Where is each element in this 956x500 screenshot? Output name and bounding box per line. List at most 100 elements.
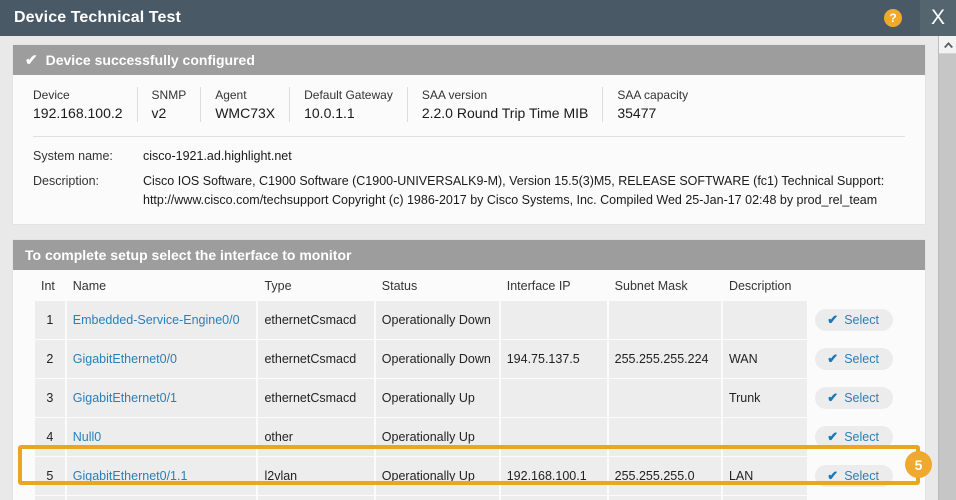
meta-label: SAA version xyxy=(421,88,488,102)
cell-interface-ip xyxy=(500,418,607,456)
select-button[interactable]: ✔ Select xyxy=(815,387,893,409)
cell-type: ethernetCsmacd xyxy=(258,379,374,417)
check-icon: ✔ xyxy=(827,429,839,444)
column-header-int: Int xyxy=(41,279,55,293)
scroll-up-icon[interactable] xyxy=(939,36,956,54)
system-name-line: System name: cisco-1921.ad.highlight.net xyxy=(33,147,905,166)
cell-type: other xyxy=(258,418,374,456)
cell-name[interactable]: GigabitEthernet0/0 xyxy=(66,340,257,378)
select-button[interactable]: ✔ Select xyxy=(815,426,893,448)
select-button[interactable]: ✔ Select xyxy=(815,348,893,370)
interface-name-link[interactable]: GigabitEthernet0/1.1 xyxy=(73,469,188,483)
cell-type: ethernetCsmacd xyxy=(258,301,374,339)
select-button-label: Select xyxy=(844,469,879,483)
step-badge: 5 xyxy=(905,451,932,478)
check-icon: ✔ xyxy=(827,312,839,327)
description-value: Cisco IOS Software, C1900 Software (C190… xyxy=(143,172,905,210)
device-status-header-label: Device successfully configured xyxy=(45,52,255,68)
meta-default-gateway: Default Gateway 10.0.1.1 xyxy=(289,87,407,122)
table-header-row: Int Name Type Status Interface IP Subnet… xyxy=(35,271,903,300)
cell-description: LAN xyxy=(722,457,808,495)
interface-table: Int Name Type Status Interface IP Subnet… xyxy=(33,270,905,500)
vertical-scrollbar[interactable] xyxy=(938,36,956,500)
meta-agent: Agent WMC73X xyxy=(200,87,289,122)
interface-name-link[interactable]: GigabitEthernet0/1 xyxy=(73,391,177,405)
cell-action: ✔ Select xyxy=(809,496,903,500)
cell-name[interactable]: GigabitEthernet0/1.1 xyxy=(66,457,257,495)
cell-int: 5 xyxy=(35,457,65,495)
meta-label: Agent xyxy=(215,88,247,102)
column-header-action xyxy=(809,271,903,300)
cell-status: Operationally Down xyxy=(375,340,499,378)
select-button-highlighted[interactable]: ✔ Select xyxy=(815,465,893,487)
cell-status: Operationally Down xyxy=(375,301,499,339)
cell-interface-ip xyxy=(500,379,607,417)
dialog-body: ✔ Device successfully configured Device … xyxy=(0,36,938,500)
meta-value: WMC73X xyxy=(215,105,276,121)
help-icon[interactable]: ? xyxy=(884,9,902,27)
meta-device: Device 192.168.100.2 xyxy=(33,87,137,122)
system-name-label: System name: xyxy=(33,149,113,163)
meta-label: SNMP xyxy=(151,88,187,102)
cell-name[interactable]: GigabitEthernet0/1 xyxy=(66,379,257,417)
check-icon: ✔ xyxy=(827,390,839,405)
cell-interface-ip xyxy=(500,301,607,339)
interface-name-link[interactable]: Embedded-Service-Engine0/0 xyxy=(73,313,240,327)
cell-action: ✔ Select xyxy=(809,340,903,378)
interface-name-link[interactable]: Null0 xyxy=(73,430,102,444)
meta-label: SAA capacity xyxy=(617,88,689,102)
table-row[interactable]: 1 Embedded-Service-Engine0/0 ethernetCsm… xyxy=(35,301,903,339)
cell-interface-ip: 192.168.100.2 xyxy=(500,496,607,500)
device-info-block: System name: cisco-1921.ad.highlight.net… xyxy=(13,137,925,224)
table-row[interactable]: 5 GigabitEthernet0/1.1 l2vlan Operationa… xyxy=(35,496,903,500)
system-name-value: cisco-1921.ad.highlight.net xyxy=(143,149,292,163)
description-label: Description: xyxy=(33,174,99,188)
device-status-header: ✔ Device successfully configured xyxy=(13,45,925,75)
device-meta-row: Device 192.168.100.2 SNMP v2 Agent WMC73… xyxy=(13,75,925,132)
interface-selection-panel: To complete setup select the interface t… xyxy=(12,239,926,500)
cell-status: Operationally Up xyxy=(375,496,499,500)
cell-type: l2vlan xyxy=(258,457,374,495)
table-row[interactable]: 4 Null0 other Operationally Up ✔ Select xyxy=(35,418,903,456)
meta-snmp: SNMP v2 xyxy=(136,87,201,122)
cell-int: 1 xyxy=(35,301,65,339)
interface-name-link[interactable]: GigabitEthernet0/0 xyxy=(73,352,177,366)
column-header-type: Type xyxy=(264,279,292,293)
column-header-name: Name xyxy=(72,279,107,293)
description-line-1: Cisco IOS Software, C1900 Software (C190… xyxy=(143,174,885,188)
meta-value: 35477 xyxy=(617,105,657,121)
cell-action: ✔ Select xyxy=(809,301,903,339)
meta-label: Default Gateway xyxy=(304,88,393,102)
check-icon: ✔ xyxy=(827,351,839,366)
table-row[interactable]: 3 GigabitEthernet0/1 ethernetCsmacd Oper… xyxy=(35,379,903,417)
window-titlebar: Device Technical Test ? X xyxy=(0,0,956,36)
cell-name[interactable]: Null0 xyxy=(66,418,257,456)
select-button[interactable]: ✔ Select xyxy=(815,309,893,331)
cell-action: ✔ Select xyxy=(809,457,903,495)
cell-interface-ip: 192.168.100.1 xyxy=(500,457,607,495)
cell-int: 5 xyxy=(35,496,65,500)
cell-name[interactable]: GigabitEthernet0/1.1 xyxy=(66,496,257,500)
description-line: Description: Cisco IOS Software, C1900 S… xyxy=(33,172,905,210)
column-header-subnet-mask: Subnet Mask xyxy=(614,279,688,293)
cell-status: Operationally Up xyxy=(375,418,499,456)
cell-action: ✔ Select xyxy=(809,379,903,417)
cell-description: LAN xyxy=(722,496,808,500)
cell-subnet-mask: 255.255.255.0 xyxy=(608,457,721,495)
check-icon: ✔ xyxy=(827,468,839,483)
meta-label: Device xyxy=(33,88,70,102)
scrollbar-track[interactable] xyxy=(939,55,956,500)
cell-subnet-mask xyxy=(608,379,721,417)
check-icon: ✔ xyxy=(25,52,38,69)
interface-panel-header: To complete setup select the interface t… xyxy=(13,240,925,270)
column-header-status: Status xyxy=(381,279,418,293)
cell-name[interactable]: Embedded-Service-Engine0/0 xyxy=(66,301,257,339)
close-icon[interactable]: X xyxy=(920,0,956,36)
table-row-highlighted[interactable]: 5 GigabitEthernet0/1.1 l2vlan Operationa… xyxy=(35,457,903,495)
cell-subnet-mask: 255.255.255.224 xyxy=(608,340,721,378)
cell-description xyxy=(722,418,808,456)
select-button-label: Select xyxy=(844,313,879,327)
table-row[interactable]: 2 GigabitEthernet0/0 ethernetCsmacd Oper… xyxy=(35,340,903,378)
column-header-description: Description xyxy=(728,279,792,293)
cell-type: ethernetCsmacd xyxy=(258,340,374,378)
